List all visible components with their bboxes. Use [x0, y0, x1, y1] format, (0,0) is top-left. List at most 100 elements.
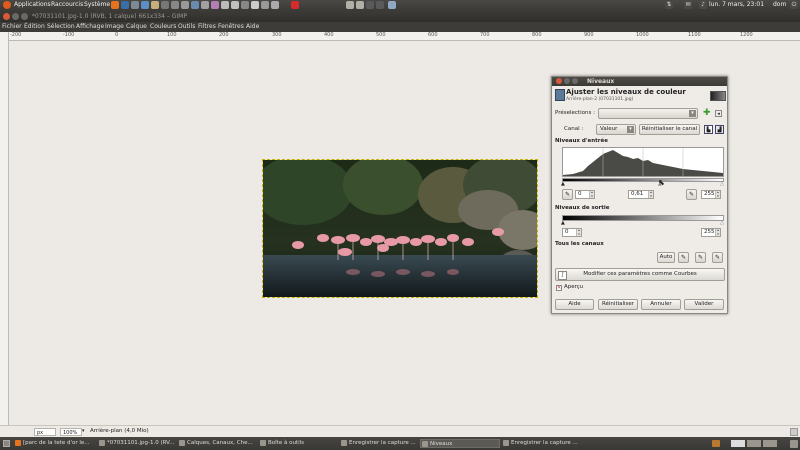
workspace-icon[interactable]: [712, 440, 720, 447]
launcher-icon[interactable]: [388, 1, 396, 9]
close-dialog-icon[interactable]: [556, 78, 562, 84]
help-button[interactable]: Aide: [555, 299, 594, 310]
reset-channel-button[interactable]: Réinitialiser le canal: [639, 124, 700, 135]
launcher-icon[interactable]: [131, 1, 139, 9]
white-picker-icon[interactable]: ✎: [686, 189, 697, 200]
menu-affichage[interactable]: Affichage: [76, 23, 104, 30]
launcher-icon[interactable]: [171, 1, 179, 9]
launcher-icon[interactable]: [346, 1, 354, 9]
terminal-icon[interactable]: [376, 1, 384, 9]
clock[interactable]: lun. 7 mars, 23:01: [709, 1, 764, 8]
input-low-spin[interactable]: 0 ▴ ▾: [575, 190, 595, 199]
spin-arrows-icon[interactable]: ▴ ▾: [715, 190, 720, 198]
histogram[interactable]: [562, 147, 724, 177]
launcher-icon[interactable]: [211, 1, 219, 9]
edit-as-curves-button[interactable]: ∫ Modifier ces paramètres comme Courbes: [555, 268, 725, 281]
zoom-selector[interactable]: 100%: [60, 428, 82, 436]
launcher-icon[interactable]: [221, 1, 229, 9]
trash-icon[interactable]: [790, 440, 798, 448]
terminal-icon[interactable]: [366, 1, 374, 9]
window-title-bar[interactable]: *07031101.jpg-1.0 (RVB, 1 calque) 661x33…: [0, 11, 800, 22]
menu-fenetres[interactable]: Fenêtres: [218, 23, 244, 30]
launcher-icon[interactable]: [201, 1, 209, 9]
launcher-icon[interactable]: [261, 1, 269, 9]
output-black-handle[interactable]: ▲: [561, 220, 565, 226]
maximize-dialog-icon[interactable]: [572, 78, 578, 84]
input-gamma-spin[interactable]: 0,61 ▴ ▾: [628, 190, 654, 199]
menu-image[interactable]: Image: [105, 23, 124, 30]
minimize-dialog-icon[interactable]: [564, 78, 570, 84]
vertical-ruler[interactable]: [0, 32, 9, 425]
launcher-icon[interactable]: [141, 1, 149, 9]
task-item-active[interactable]: Niveaux: [420, 439, 500, 448]
menu-calque[interactable]: Calque: [126, 23, 147, 30]
task-item[interactable]: Calques, Canaux, Che...: [178, 439, 258, 448]
close-window-icon[interactable]: [3, 13, 10, 20]
mail-icon[interactable]: ✉: [684, 1, 692, 9]
spin-arrows-icon[interactable]: ▴ ▾: [589, 190, 594, 198]
black-point-handle[interactable]: ▲: [561, 181, 565, 187]
reset-button[interactable]: Réinitialiser: [598, 299, 638, 310]
ubuntu-logo-icon[interactable]: [3, 1, 11, 9]
firefox-icon[interactable]: [111, 1, 119, 9]
ok-button[interactable]: Valider: [684, 299, 724, 310]
black-eyedropper-icon[interactable]: ✎: [678, 252, 689, 263]
pdf-icon[interactable]: [291, 1, 299, 9]
menu-fichier[interactable]: Fichier: [2, 23, 22, 30]
add-preset-icon[interactable]: ✚: [703, 109, 712, 118]
task-item[interactable]: [parc de la tete d'or le...: [14, 439, 100, 448]
white-point-handle[interactable]: △: [720, 181, 724, 187]
launcher-icon[interactable]: [271, 1, 279, 9]
workspace-switcher-2[interactable]: [747, 440, 761, 447]
task-item[interactable]: Enregistrer la capture ...: [502, 439, 582, 448]
white-eyedropper-icon[interactable]: ✎: [712, 252, 723, 263]
linear-histogram-icon[interactable]: ▙: [704, 125, 713, 134]
channel-combo[interactable]: Valeur ▾: [596, 124, 636, 135]
horizontal-ruler[interactable]: -200 -100 0 100 200 300 400 500 600 700 …: [8, 32, 800, 41]
launcher-icon[interactable]: [191, 1, 199, 9]
auto-button[interactable]: Auto: [657, 252, 675, 263]
unit-selector[interactable]: px: [34, 428, 56, 436]
preset-menu-icon[interactable]: ◂: [715, 110, 722, 117]
spin-arrows-icon[interactable]: ▴ ▾: [648, 190, 653, 198]
maximize-window-icon[interactable]: [21, 13, 28, 20]
workspace-switcher-3[interactable]: [763, 440, 777, 447]
launcher-icon[interactable]: [251, 1, 259, 9]
spin-arrows-icon[interactable]: ▴ ▾: [576, 228, 581, 236]
menu-aide[interactable]: Aide: [246, 23, 259, 30]
launcher-icon[interactable]: [231, 1, 239, 9]
workspace-switcher-1[interactable]: [731, 440, 745, 447]
output-high-spin[interactable]: 255 ▴ ▾: [701, 228, 721, 237]
output-white-handle[interactable]: △: [720, 220, 724, 226]
log-histogram-icon[interactable]: ▟: [715, 125, 724, 134]
black-picker-icon[interactable]: ✎: [562, 189, 573, 200]
menu-couleurs[interactable]: Couleurs: [150, 23, 176, 30]
cancel-button[interactable]: Annuler: [641, 299, 681, 310]
gray-eyedropper-icon[interactable]: ✎: [695, 252, 706, 263]
flamingo-photo[interactable]: [262, 159, 538, 298]
menu-outils[interactable]: Outils: [178, 23, 195, 30]
output-low-spin[interactable]: 0 ▴ ▾: [562, 228, 582, 237]
user-menu[interactable]: dom: [773, 1, 786, 8]
menu-selection[interactable]: Sélection: [47, 23, 75, 30]
dialog-title-bar[interactable]: Niveaux: [552, 77, 727, 86]
preview-checkbox[interactable]: ✕: [556, 285, 562, 291]
launcher-icon[interactable]: [356, 1, 364, 9]
menu-edition[interactable]: Édition: [24, 23, 45, 30]
system-menu[interactable]: Système: [84, 1, 110, 8]
task-item[interactable]: *07031101.jpg-1.0 (RV...: [98, 439, 176, 448]
launcher-icon[interactable]: [161, 1, 169, 9]
launcher-icon[interactable]: [241, 1, 249, 9]
navigate-icon[interactable]: [790, 428, 798, 436]
minimize-window-icon[interactable]: [12, 13, 19, 20]
network-icon[interactable]: ⇅: [665, 1, 673, 9]
task-item[interactable]: Boîte à outils: [259, 439, 337, 448]
applications-menu[interactable]: Applications: [14, 1, 51, 8]
launcher-icon[interactable]: [151, 1, 159, 9]
task-item[interactable]: Enregistrer la capture ...: [340, 439, 418, 448]
help-icon[interactable]: [121, 1, 129, 9]
spin-arrows-icon[interactable]: ▴ ▾: [715, 228, 720, 236]
places-menu[interactable]: Raccourcis: [51, 1, 83, 8]
show-desktop-icon[interactable]: [3, 440, 10, 447]
menu-filtres[interactable]: Filtres: [198, 23, 216, 30]
